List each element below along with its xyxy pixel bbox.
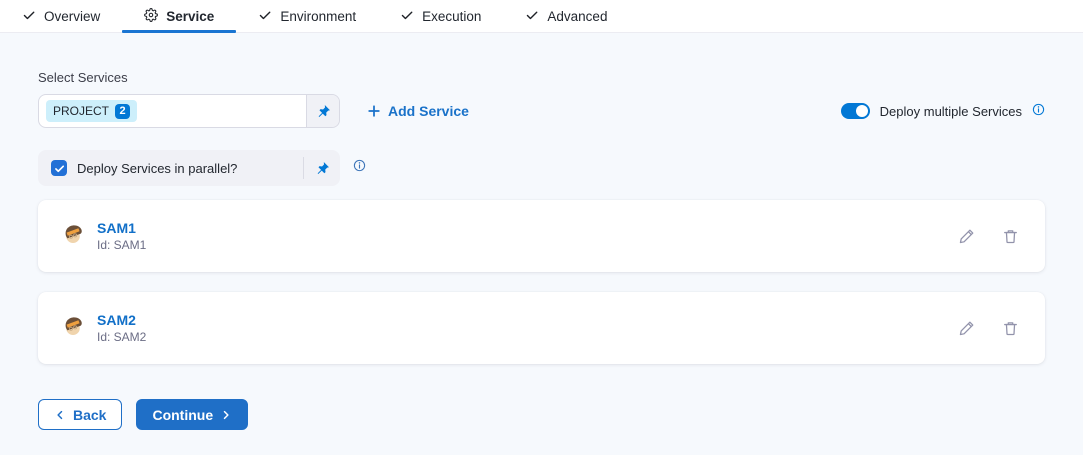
step-tabbar: Overview Service Environment Execution A… [0,0,1083,33]
check-icon [54,163,65,174]
pushpin-icon [315,161,330,176]
tab-label: Service [166,9,214,24]
continue-button-label: Continue [152,407,213,423]
check-icon [22,8,36,25]
chevron-left-icon [54,409,66,421]
deploy-parallel-label: Deploy Services in parallel? [77,161,237,176]
service-avatar [62,223,84,250]
info-icon[interactable] [353,159,366,177]
deploy-parallel-checkbox[interactable] [51,160,67,176]
delete-service-button[interactable] [1000,318,1021,339]
deploy-multiple-label: Deploy multiple Services [880,104,1022,119]
toggle-knob [856,105,868,117]
continue-button[interactable]: Continue [136,399,248,430]
trash-icon [1002,228,1019,245]
pin-parallel-button[interactable] [304,150,340,186]
plus-icon [367,104,381,118]
service-id-text: Id: SAM1 [97,238,146,252]
service-card-sam2: SAM2 Id: SAM2 [38,292,1045,364]
select-services-label: Select Services [38,33,1045,85]
tab-environment[interactable]: Environment [236,0,378,32]
back-button[interactable]: Back [38,399,122,430]
service-id-text: Id: SAM2 [97,330,146,344]
service-name-link[interactable]: SAM2 [97,312,146,328]
project-tag-chip[interactable]: PROJECT 2 [46,100,137,122]
add-service-button[interactable]: Add Service [367,103,469,119]
chevron-right-icon [220,409,232,421]
tab-label: Advanced [547,9,607,24]
check-icon [525,8,539,25]
gear-icon [144,8,158,25]
add-service-label: Add Service [388,103,469,119]
services-multiselect-field[interactable]: PROJECT 2 [39,95,307,127]
service-avatar [62,315,84,342]
deploy-multiple-toggle[interactable] [841,103,870,119]
project-tag-count-badge: 2 [115,104,130,119]
pushpin-icon [316,104,331,119]
tab-label: Execution [422,9,481,24]
tab-label: Environment [280,9,356,24]
trash-icon [1002,320,1019,337]
tab-service[interactable]: Service [122,0,236,32]
pencil-icon [958,320,975,337]
select-services-input[interactable]: PROJECT 2 [38,94,340,128]
service-card-sam1: SAM1 Id: SAM1 [38,200,1045,272]
edit-service-button[interactable] [956,226,977,247]
tab-overview[interactable]: Overview [0,0,122,32]
tab-label: Overview [44,9,100,24]
project-tag-label: PROJECT [53,104,109,118]
deploy-parallel-field: Deploy Services in parallel? [38,150,340,186]
tab-execution[interactable]: Execution [378,0,503,32]
check-icon [258,8,272,25]
service-step-content: Select Services PROJECT 2 Add Service De… [0,33,1083,455]
check-icon [400,8,414,25]
tab-advanced[interactable]: Advanced [503,0,629,32]
back-button-label: Back [73,407,106,423]
service-name-link[interactable]: SAM1 [97,220,146,236]
edit-service-button[interactable] [956,318,977,339]
delete-service-button[interactable] [1000,226,1021,247]
pencil-icon [958,228,975,245]
pin-services-button[interactable] [307,95,339,127]
info-icon[interactable] [1032,103,1045,119]
